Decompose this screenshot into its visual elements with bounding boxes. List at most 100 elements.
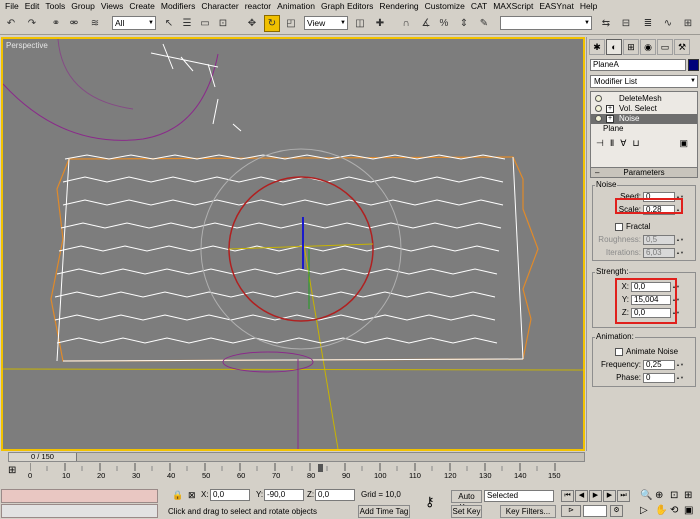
unlink-icon[interactable]: ⚮ <box>66 15 82 32</box>
key-mode-toggle-icon[interactable]: ⊳ <box>561 505 581 517</box>
expand-icon[interactable]: + <box>606 115 614 123</box>
lightbulb-icon[interactable] <box>595 115 602 122</box>
pan-icon[interactable]: ✋ <box>655 505 667 516</box>
frequency-field[interactable]: 0,25 <box>643 359 675 370</box>
iterations-field[interactable]: 6,03 <box>643 247 675 258</box>
motion-tab-icon[interactable]: ◉ <box>640 39 656 55</box>
create-tab-icon[interactable]: ✱ <box>589 39 605 55</box>
select-by-name-icon[interactable]: ☰ <box>179 15 195 32</box>
stack-item-noise[interactable]: + Noise <box>591 114 697 124</box>
bind-spacewarp-icon[interactable]: ≋ <box>87 15 103 32</box>
curve-editor-icon[interactable]: ∿ <box>660 15 676 32</box>
display-tab-icon[interactable]: ▭ <box>657 39 673 55</box>
zoom-extents-all-icon[interactable]: ⊞ <box>684 490 692 501</box>
pin-stack-icon[interactable]: ⊣ <box>596 138 604 149</box>
menu-group[interactable]: Group <box>68 0 98 13</box>
add-time-tag-button[interactable]: Add Time Tag <box>358 505 410 518</box>
menu-views[interactable]: Views <box>98 0 127 13</box>
menu-customize[interactable]: Customize <box>422 0 468 13</box>
key-icon[interactable]: ⚷ <box>425 494 435 510</box>
percent-snap-icon[interactable]: % <box>436 15 452 32</box>
roughness-field[interactable]: 0,5 <box>643 234 675 245</box>
select-manipulate-icon[interactable]: ✚ <box>372 15 388 32</box>
menu-cat[interactable]: CAT <box>468 0 490 13</box>
parameters-rollout-header[interactable]: Parameters <box>590 167 698 178</box>
menu-maxscript[interactable]: MAXScript <box>490 0 536 13</box>
key-filters-button[interactable]: Key Filters... <box>500 505 556 518</box>
mirror-icon[interactable]: ⇆ <box>598 15 614 32</box>
x-coord-field[interactable]: 0,0 <box>210 489 250 501</box>
stack-item-plane[interactable]: Plane <box>591 124 697 134</box>
layer-manager-icon[interactable]: ≣ <box>640 15 656 32</box>
field-of-view-icon[interactable]: ▷ <box>640 505 648 516</box>
move-icon[interactable]: ✥ <box>244 15 260 32</box>
scale-icon[interactable]: ◰ <box>283 15 299 32</box>
modify-tab-icon[interactable]: ◐ <box>606 39 622 55</box>
open-mini-curve-editor-icon[interactable]: ⊞ <box>8 465 16 476</box>
perspective-viewport[interactable]: Perspective <box>1 37 585 451</box>
maxscript-listener-mini[interactable] <box>1 489 158 503</box>
menu-file[interactable]: File <box>2 0 22 13</box>
expand-icon[interactable]: + <box>606 105 614 113</box>
track-bar[interactable]: ⊞ 0 10 20 30 40 50 60 70 80 90 100 110 1… <box>0 463 585 485</box>
lightbulb-icon[interactable] <box>595 95 602 102</box>
go-to-start-icon[interactable]: ⏮ <box>561 490 574 502</box>
menu-modifiers[interactable]: Modifiers <box>158 0 198 13</box>
roughness-spinner[interactable]: ▲▼ <box>676 235 684 245</box>
utilities-tab-icon[interactable]: ⚒ <box>674 39 690 55</box>
animate-noise-checkbox[interactable] <box>615 347 623 356</box>
menu-tools[interactable]: Tools <box>42 0 68 13</box>
menu-graph-editors[interactable]: Graph Editors <box>318 0 376 13</box>
lightbulb-icon[interactable] <box>595 105 602 112</box>
edit-named-selection-icon[interactable]: ✎ <box>476 15 492 32</box>
fractal-checkbox[interactable] <box>615 222 623 231</box>
phase-spinner[interactable]: ▲▼ <box>676 373 684 383</box>
menu-reactor[interactable]: reactor <box>242 0 274 13</box>
lock-selection-icon[interactable]: 🔒 <box>172 490 183 501</box>
object-color-swatch[interactable] <box>688 59 699 71</box>
reference-coordinate-dropdown[interactable]: View <box>304 16 348 30</box>
align-icon[interactable]: ⊟ <box>618 15 634 32</box>
next-frame-icon[interactable]: ▶ <box>603 490 616 502</box>
window-crossing-icon[interactable]: ⊡ <box>215 15 231 32</box>
menu-help[interactable]: Help <box>577 0 600 13</box>
hierarchy-tab-icon[interactable]: ⊞ <box>623 39 639 55</box>
menu-edit[interactable]: Edit <box>22 0 43 13</box>
rotate-icon[interactable]: ↻ <box>264 15 280 32</box>
spinner-snap-icon[interactable]: ⇕ <box>456 15 472 32</box>
zoom-extents-icon[interactable]: ⊡ <box>670 490 678 501</box>
time-slider[interactable]: 0 / 150 <box>8 452 585 462</box>
play-icon[interactable]: ▶ <box>589 490 602 502</box>
menu-rendering[interactable]: Rendering <box>376 0 421 13</box>
snap-toggle-icon[interactable]: ∩ <box>398 15 414 32</box>
menu-character[interactable]: Character <box>198 0 241 13</box>
zoom-icon[interactable]: 🔍 <box>640 490 652 501</box>
object-name-field[interactable]: PlaneA <box>590 59 686 71</box>
undo-icon[interactable]: ↶ <box>3 15 19 32</box>
pivot-center-icon[interactable]: ◫ <box>352 15 368 32</box>
z-coord-field[interactable]: 0,0 <box>315 489 355 501</box>
maxscript-output-mini[interactable] <box>1 504 158 518</box>
link-icon[interactable]: ⚭ <box>48 15 64 32</box>
time-slider-thumb[interactable]: 0 / 150 <box>9 453 77 461</box>
select-object-icon[interactable]: ↖ <box>161 15 177 32</box>
arc-rotate-icon[interactable]: ⟲ <box>670 505 678 516</box>
go-to-end-icon[interactable]: ⏭ <box>617 490 630 502</box>
stack-item-vol-select[interactable]: + Vol. Select <box>591 104 697 114</box>
modifier-list-dropdown[interactable]: Modifier List <box>590 75 698 88</box>
show-end-result-icon[interactable]: Ⅱ <box>610 138 614 149</box>
key-mode-dropdown[interactable]: Selected <box>484 490 554 502</box>
angle-snap-icon[interactable]: ∡ <box>418 15 434 32</box>
named-selection-dropdown[interactable] <box>500 16 592 30</box>
configure-modifier-sets-icon[interactable]: ▣ <box>679 138 688 149</box>
y-coord-field[interactable]: -90,0 <box>264 489 304 501</box>
set-key-button[interactable]: Set Key <box>451 505 482 518</box>
maximize-viewport-icon[interactable]: ▣ <box>684 505 693 516</box>
menu-easynat[interactable]: EASYnat <box>536 0 577 13</box>
auto-key-button[interactable]: Auto Key <box>451 490 482 512</box>
selection-filter-dropdown[interactable]: All <box>112 16 156 30</box>
current-frame-field[interactable] <box>583 505 607 517</box>
remove-modifier-icon[interactable]: ⊔ <box>632 138 639 149</box>
phase-field[interactable]: 0 <box>643 372 675 383</box>
menu-create[interactable]: Create <box>126 0 158 13</box>
